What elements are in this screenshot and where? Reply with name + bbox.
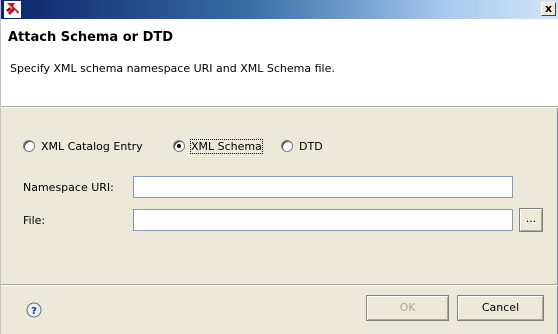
file-input[interactable] <box>133 209 513 231</box>
help-icon[interactable]: ? <box>26 302 42 318</box>
file-label: File: <box>23 214 46 227</box>
radio-xml-schema[interactable]: XML Schema <box>173 138 263 154</box>
eclipse-app-icon <box>4 1 21 18</box>
radio-indicator[interactable] <box>173 140 185 152</box>
radio-label: DTD <box>299 139 323 153</box>
radio-label: XML Catalog Entry <box>41 139 143 153</box>
page-description: Specify XML schema namespace URI and XML… <box>10 62 335 75</box>
cancel-button[interactable]: Cancel <box>457 295 544 321</box>
attach-schema-dialog: x Attach Schema or DTD Specify XML schem… <box>0 0 558 334</box>
close-button[interactable]: x <box>541 2 556 16</box>
ok-button[interactable]: OK <box>366 295 449 321</box>
radio-indicator[interactable] <box>281 140 293 152</box>
title-bar[interactable]: x <box>1 0 558 19</box>
radio-label: XML Schema <box>190 138 263 154</box>
browse-button[interactable]: ... <box>519 208 543 232</box>
namespace-uri-label: Namespace URI: <box>23 181 114 194</box>
radio-xml-catalog-entry[interactable]: XML Catalog Entry <box>23 138 143 154</box>
page-title: Attach Schema or DTD <box>8 30 174 45</box>
svg-text:?: ? <box>31 306 37 317</box>
header-divider <box>1 106 558 108</box>
namespace-uri-input[interactable] <box>133 176 513 198</box>
radio-indicator[interactable] <box>23 140 35 152</box>
footer-divider <box>1 284 558 286</box>
radio-dtd[interactable]: DTD <box>281 138 323 154</box>
